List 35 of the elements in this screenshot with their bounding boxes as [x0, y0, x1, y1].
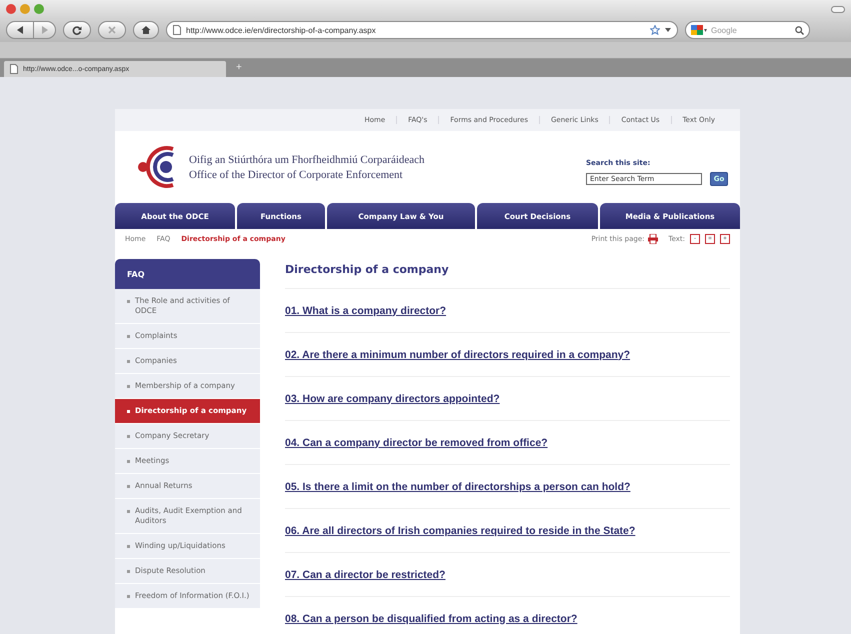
forward-arrow-icon	[40, 25, 50, 35]
question-link[interactable]: 02. Are there a minimum number of directors required in a company?	[285, 348, 630, 360]
zoom-button[interactable]	[34, 4, 44, 14]
question-link[interactable]: 08. Can a person be disqualified from acting as a director?	[285, 612, 578, 624]
stop-button[interactable]	[98, 21, 126, 39]
page-heading: Directorship of a company	[285, 259, 730, 289]
site-name-irish: Oifig an Stiúrthóra um Fhorfheidhmiú Corparáideach	[189, 154, 425, 166]
printer-icon	[648, 234, 658, 244]
google-icon	[691, 24, 707, 36]
question-link[interactable]: 03. How are company directors appointed?	[285, 392, 500, 404]
reload-icon	[72, 25, 82, 35]
minimize-button[interactable]	[20, 4, 30, 14]
stop-icon	[107, 25, 117, 35]
question-link[interactable]: 05. Is there a limit on the number of directorships a person can hold?	[285, 480, 630, 492]
close-button[interactable]	[6, 4, 16, 14]
search-icon	[795, 26, 804, 34]
toolbar-toggle-button[interactable]	[831, 6, 845, 12]
home-button[interactable]	[133, 21, 159, 39]
back-arrow-icon	[15, 25, 25, 35]
reload-button[interactable]	[63, 21, 91, 39]
site-name: Office of the Director of Corporate Enforcement	[189, 168, 404, 180]
question-link[interactable]: 01. What is a company director?	[285, 304, 446, 316]
sidebar-header: FAQ	[115, 259, 260, 289]
home-icon	[141, 25, 151, 35]
question-link[interactable]: 06. Are all directors of Irish companies required to reside in the State?	[285, 524, 636, 536]
page-icon	[10, 64, 18, 74]
url-text: http://www.odce.ie/en/directorship-of-a-company.aspx	[186, 26, 377, 34]
back-button[interactable]	[6, 21, 34, 39]
address-bar[interactable]: http://www.odce.ie/en/directorship-of-a-company.aspx	[166, 21, 678, 39]
question-link[interactable]: 07. Can a director be restricted?	[285, 568, 446, 580]
bookmark-star-icon	[650, 25, 660, 35]
caret-icon	[665, 27, 671, 33]
search-placeholder: Google	[711, 26, 738, 34]
page-icon	[173, 25, 181, 35]
question-link[interactable]: 04. Can a company director be removed from office?	[285, 436, 548, 448]
